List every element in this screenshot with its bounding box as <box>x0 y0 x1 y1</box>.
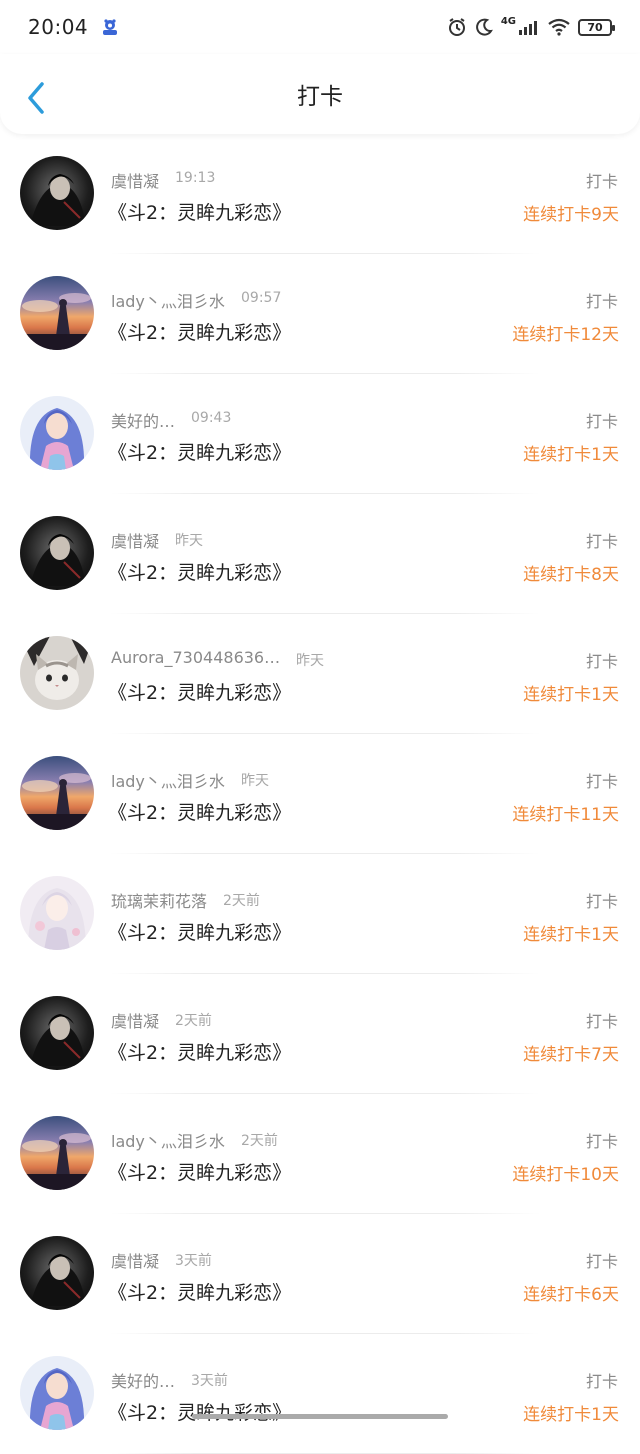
streak-count: 连续打卡6天 <box>523 1285 619 1305</box>
checkin-row[interactable]: 虞惜凝 2天前《斗2：灵眸九彩恋》 打卡连续打卡7天 <box>0 974 640 1094</box>
book-title[interactable]: 《斗2：灵眸九彩恋》 <box>108 918 291 945</box>
dark-hair-avatar[interactable] <box>20 996 94 1070</box>
streak-count: 连续打卡12天 <box>512 325 619 345</box>
checkin-label: 打卡 <box>585 1252 618 1271</box>
network-type: 4G <box>500 15 516 27</box>
signal-icon <box>518 19 540 35</box>
book-title[interactable]: 《斗2：灵眸九彩恋》 <box>108 558 291 585</box>
checkin-row[interactable]: 美好的… 09:43 《斗2：灵眸九彩恋》 打卡连续打卡1天 <box>0 374 640 494</box>
user-name[interactable]: lady丶灬泪彡水 <box>111 768 225 792</box>
user-name[interactable]: 虞惜凝 <box>111 1248 159 1272</box>
checkin-row[interactable]: 虞惜凝 昨天《斗2：灵眸九彩恋》 打卡连续打卡8天 <box>0 494 640 614</box>
user-name[interactable]: 琉璃茉莉花落 <box>111 888 207 912</box>
book-title[interactable]: 《斗2：灵眸九彩恋》 <box>108 318 291 345</box>
sunset-avatar[interactable] <box>20 276 94 350</box>
book-title[interactable]: 《斗2：灵眸九彩恋》 <box>108 1158 291 1185</box>
book-title[interactable]: 《斗2：灵眸九彩恋》 <box>108 1278 291 1305</box>
wifi-icon <box>548 18 570 36</box>
streak-count: 连续打卡8天 <box>523 565 619 585</box>
status-bar: 20:04 4G 70 <box>0 0 640 54</box>
book-title[interactable]: 《斗2：灵眸九彩恋》 <box>108 1398 291 1425</box>
streak-count: 连续打卡9天 <box>523 205 619 225</box>
user-name[interactable]: 虞惜凝 <box>111 1008 159 1032</box>
back-button[interactable] <box>22 80 50 116</box>
streak-count: 连续打卡1天 <box>523 925 619 945</box>
baidu-app-icon <box>100 17 120 37</box>
streak-count: 连续打卡1天 <box>523 685 619 705</box>
checkin-label: 打卡 <box>585 412 618 431</box>
anime-white-avatar[interactable] <box>20 876 94 950</box>
checkin-row[interactable]: lady丶灬泪彡水 2天前《斗2：灵眸九彩恋》 打卡连续打卡10天 <box>0 1094 640 1214</box>
streak-count: 连续打卡11天 <box>512 805 619 825</box>
checkin-time: 19:13 <box>175 170 216 186</box>
user-name[interactable]: Aurora_730448636… <box>111 648 280 667</box>
checkin-label: 打卡 <box>585 172 618 191</box>
checkin-time: 3天前 <box>191 1373 228 1389</box>
checkin-time: 3天前 <box>175 1253 212 1269</box>
checkin-row[interactable]: 虞惜凝 19:13 《斗2：灵眸九彩恋》 打卡连续打卡9天 <box>0 134 640 254</box>
cat-avatar[interactable] <box>20 636 94 710</box>
checkin-time: 09:57 <box>241 290 282 306</box>
battery-icon: 70 <box>578 18 615 36</box>
checkin-label: 打卡 <box>585 772 618 791</box>
user-name[interactable]: 虞惜凝 <box>111 168 159 192</box>
checkin-time: 09:43 <box>191 410 232 426</box>
page-title: 打卡 <box>297 84 343 110</box>
status-icons: 4G 70 <box>447 15 615 37</box>
anime-blue-avatar[interactable] <box>20 396 94 470</box>
book-title[interactable]: 《斗2：灵眸九彩恋》 <box>108 438 291 465</box>
back-arrow-icon <box>28 82 44 114</box>
streak-count: 连续打卡7天 <box>523 1045 619 1065</box>
dark-hair-avatar[interactable] <box>20 156 94 230</box>
streak-count: 连续打卡10天 <box>512 1165 619 1185</box>
checkin-label: 打卡 <box>585 292 618 311</box>
moon-icon <box>475 18 493 36</box>
book-title[interactable]: 《斗2：灵眸九彩恋》 <box>108 678 291 705</box>
checkin-time: 2天前 <box>241 1133 278 1149</box>
user-name[interactable]: 虞惜凝 <box>111 528 159 552</box>
checkin-list: 虞惜凝 19:13 《斗2：灵眸九彩恋》 打卡 连续打卡9天 lady丶灬泪彡水 09:57… <box>0 134 640 1454</box>
alarm-icon <box>447 17 467 37</box>
checkin-label: 打卡 <box>585 652 618 671</box>
checkin-time: 昨天 <box>296 653 324 669</box>
home-indicator[interactable] <box>192 1414 448 1419</box>
status-time: 20:04 <box>28 15 89 39</box>
checkin-label: 打卡 <box>585 1372 618 1391</box>
checkin-row[interactable]: 虞惜凝 3天前《斗2：灵眸九彩恋》 打卡连续打卡6天 <box>0 1214 640 1334</box>
nav-header: 打卡 <box>0 54 640 134</box>
book-title[interactable]: 《斗2：灵眸九彩恋》 <box>108 1038 291 1065</box>
checkin-row[interactable]: Aurora_730448636… 昨天 《斗2：灵眸九彩恋》 打卡连续打卡1天 <box>0 614 640 734</box>
streak-count: 连续打卡1天 <box>523 1405 619 1425</box>
checkin-time: 2天前 <box>175 1013 212 1029</box>
book-title[interactable]: 《斗2：灵眸九彩恋》 <box>108 198 291 225</box>
sunset-avatar[interactable] <box>20 756 94 830</box>
checkin-label: 打卡 <box>585 532 618 551</box>
user-name[interactable]: 美好的… <box>111 408 175 432</box>
checkin-time: 2天前 <box>223 893 260 909</box>
checkin-label: 打卡 <box>585 1132 618 1151</box>
checkin-row[interactable]: lady丶灬泪彡水 昨天《斗2：灵眸九彩恋》 打卡连续打卡11天 <box>0 734 640 854</box>
streak-count: 连续打卡1天 <box>523 445 619 465</box>
dark-hair-avatar[interactable] <box>20 1236 94 1310</box>
checkin-label: 打卡 <box>585 892 618 911</box>
checkin-row[interactable]: lady丶灬泪彡水 09:57 《斗2：灵眸九彩恋》 打卡连续打卡12天 <box>0 254 640 374</box>
checkin-time: 昨天 <box>241 773 269 789</box>
anime-blue-avatar[interactable] <box>20 1356 94 1430</box>
book-title[interactable]: 《斗2：灵眸九彩恋》 <box>108 798 291 825</box>
checkin-row[interactable]: 美好的… 3天前《斗2：灵眸九彩恋》 打卡连续打卡1天 <box>0 1334 640 1454</box>
checkin-row[interactable]: 琉璃茉莉花落 2天前《斗2：灵眸九彩恋》 打卡连续打卡1天 <box>0 854 640 974</box>
dark-hair-avatar[interactable] <box>20 516 94 590</box>
checkin-label: 打卡 <box>585 1012 618 1031</box>
user-name[interactable]: 美好的… <box>111 1368 175 1392</box>
sunset-avatar[interactable] <box>20 1116 94 1190</box>
user-name[interactable]: lady丶灬泪彡水 <box>111 1128 225 1152</box>
user-name[interactable]: lady丶灬泪彡水 <box>111 288 225 312</box>
checkin-time: 昨天 <box>175 533 203 549</box>
